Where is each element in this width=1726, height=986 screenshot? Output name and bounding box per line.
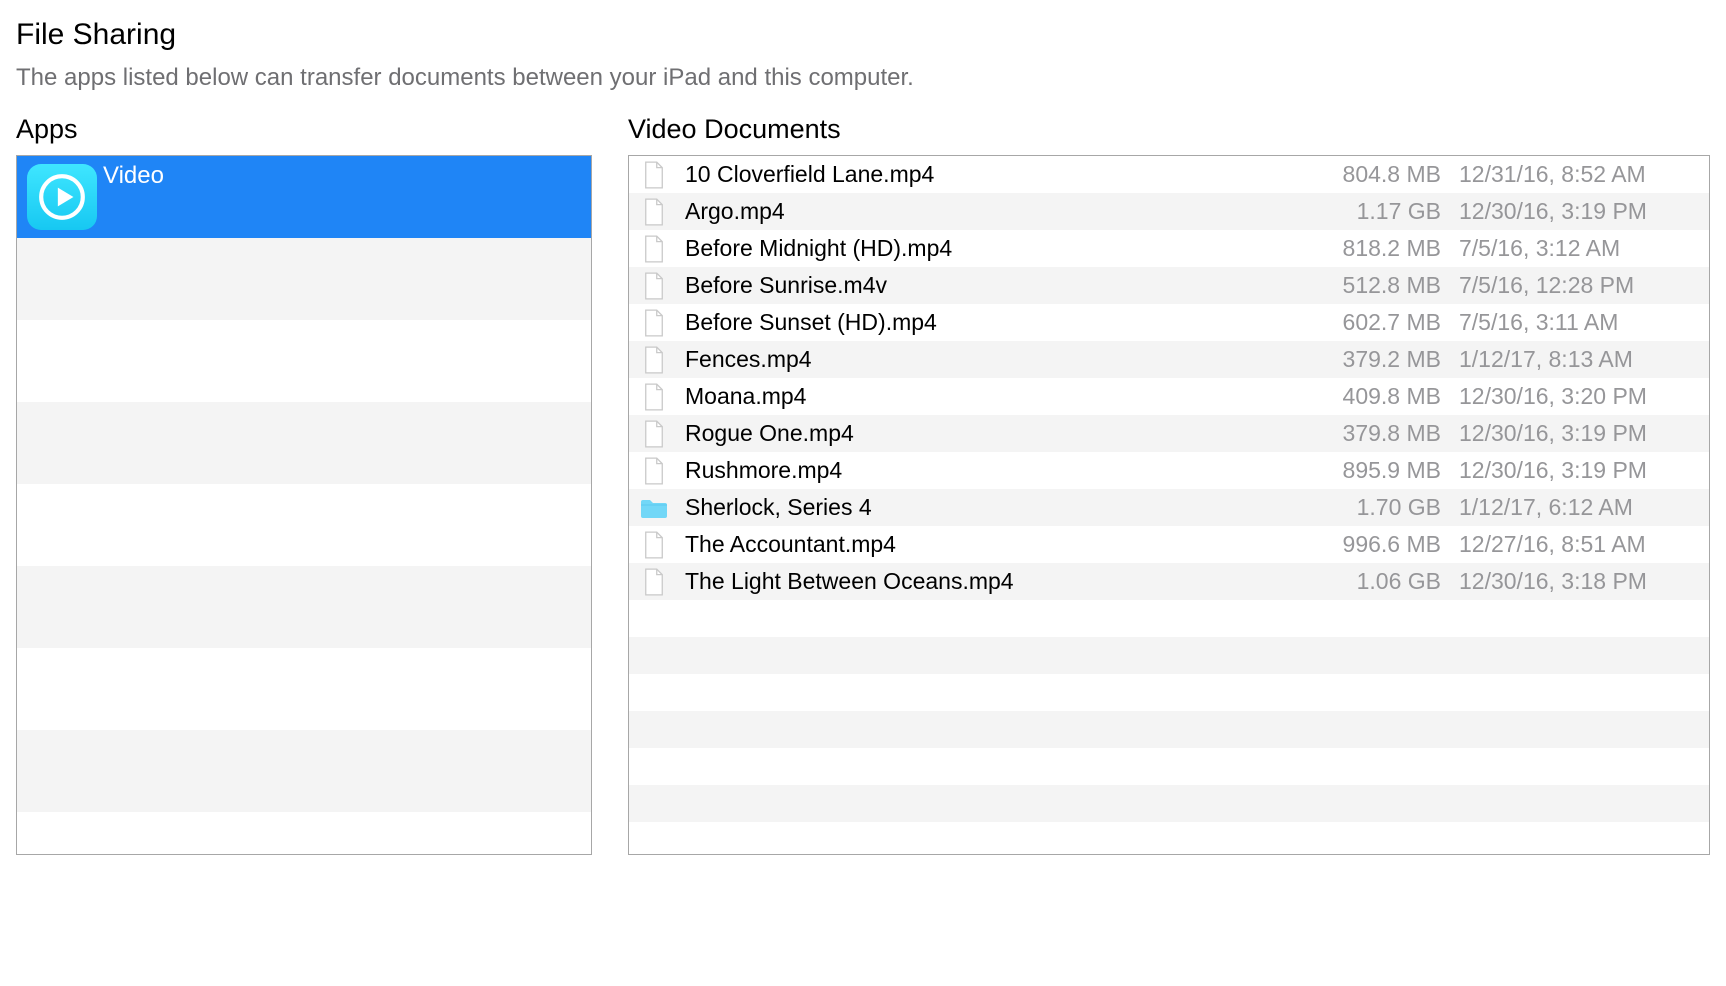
document-size: 804.8 MB — [1281, 161, 1441, 188]
document-name: 10 Cloverfield Lane.mp4 — [683, 161, 1281, 188]
app-row-video[interactable]: Video — [17, 156, 591, 238]
document-size: 1.70 GB — [1281, 494, 1441, 521]
page-subtitle: The apps listed below can transfer docum… — [16, 64, 1710, 92]
document-name: Sherlock, Series 4 — [683, 494, 1281, 521]
document-date: 12/30/16, 3:18 PM — [1441, 568, 1701, 595]
document-size: 895.9 MB — [1281, 457, 1441, 484]
document-row[interactable]: Before Sunset (HD).mp4602.7 MB7/5/16, 3:… — [629, 304, 1709, 341]
document-row[interactable]: The Accountant.mp4996.6 MB12/27/16, 8:51… — [629, 526, 1709, 563]
document-row[interactable]: Argo.mp41.17 GB12/30/16, 3:19 PM — [629, 193, 1709, 230]
document-date: 12/30/16, 3:19 PM — [1441, 198, 1701, 225]
document-date: 12/30/16, 3:19 PM — [1441, 420, 1701, 447]
document-date: 12/30/16, 3:20 PM — [1441, 383, 1701, 410]
document-row[interactable]: Fences.mp4379.2 MB1/12/17, 8:13 AM — [629, 341, 1709, 378]
document-name: Rogue One.mp4 — [683, 420, 1281, 447]
empty-row — [629, 600, 1709, 637]
document-name: Fences.mp4 — [683, 346, 1281, 373]
documents-panel: 10 Cloverfield Lane.mp4804.8 MB12/31/16,… — [628, 155, 1710, 855]
play-icon — [27, 164, 97, 230]
file-icon — [639, 234, 669, 264]
empty-row — [629, 822, 1709, 855]
file-icon — [639, 456, 669, 486]
file-icon — [639, 345, 669, 375]
empty-row — [629, 748, 1709, 785]
document-date: 12/31/16, 8:52 AM — [1441, 161, 1701, 188]
page-title: File Sharing — [16, 18, 1710, 52]
app-name-label: Video — [103, 162, 164, 190]
document-row[interactable]: Before Midnight (HD).mp4818.2 MB7/5/16, … — [629, 230, 1709, 267]
document-row[interactable]: Rogue One.mp4379.8 MB12/30/16, 3:19 PM — [629, 415, 1709, 452]
document-row[interactable]: Moana.mp4409.8 MB12/30/16, 3:20 PM — [629, 378, 1709, 415]
empty-row — [629, 711, 1709, 748]
document-date: 7/5/16, 12:28 PM — [1441, 272, 1701, 299]
document-size: 996.6 MB — [1281, 531, 1441, 558]
empty-row — [629, 785, 1709, 822]
file-icon — [639, 419, 669, 449]
document-row[interactable]: Rushmore.mp4895.9 MB12/30/16, 3:19 PM — [629, 452, 1709, 489]
document-size: 379.2 MB — [1281, 346, 1441, 373]
document-size: 818.2 MB — [1281, 235, 1441, 262]
file-icon — [639, 530, 669, 560]
file-icon — [639, 271, 669, 301]
document-row[interactable]: The Light Between Oceans.mp41.06 GB12/30… — [629, 563, 1709, 600]
document-size: 1.17 GB — [1281, 198, 1441, 225]
file-icon — [639, 382, 669, 412]
document-size: 512.8 MB — [1281, 272, 1441, 299]
document-row[interactable]: Sherlock, Series 41.70 GB1/12/17, 6:12 A… — [629, 489, 1709, 526]
document-date: 1/12/17, 8:13 AM — [1441, 346, 1701, 373]
file-icon — [639, 160, 669, 190]
document-name: Before Midnight (HD).mp4 — [683, 235, 1281, 262]
empty-row — [629, 637, 1709, 674]
document-size: 602.7 MB — [1281, 309, 1441, 336]
document-name: Moana.mp4 — [683, 383, 1281, 410]
document-row[interactable]: Before Sunrise.m4v512.8 MB7/5/16, 12:28 … — [629, 267, 1709, 304]
document-row[interactable]: 10 Cloverfield Lane.mp4804.8 MB12/31/16,… — [629, 156, 1709, 193]
document-name: Argo.mp4 — [683, 198, 1281, 225]
document-name: Before Sunrise.m4v — [683, 272, 1281, 299]
file-icon — [639, 197, 669, 227]
folder-icon — [639, 493, 669, 523]
document-date: 7/5/16, 3:11 AM — [1441, 309, 1701, 336]
document-date: 7/5/16, 3:12 AM — [1441, 235, 1701, 262]
document-date: 12/30/16, 3:19 PM — [1441, 457, 1701, 484]
document-name: The Accountant.mp4 — [683, 531, 1281, 558]
document-name: The Light Between Oceans.mp4 — [683, 568, 1281, 595]
document-date: 1/12/17, 6:12 AM — [1441, 494, 1701, 521]
apps-section-label: Apps — [16, 114, 592, 145]
apps-panel: Video — [16, 155, 592, 855]
documents-section-label: Video Documents — [628, 114, 1710, 145]
document-size: 1.06 GB — [1281, 568, 1441, 595]
file-icon — [639, 308, 669, 338]
document-name: Before Sunset (HD).mp4 — [683, 309, 1281, 336]
file-icon — [639, 567, 669, 597]
document-date: 12/27/16, 8:51 AM — [1441, 531, 1701, 558]
document-name: Rushmore.mp4 — [683, 457, 1281, 484]
document-size: 409.8 MB — [1281, 383, 1441, 410]
document-size: 379.8 MB — [1281, 420, 1441, 447]
empty-row — [629, 674, 1709, 711]
